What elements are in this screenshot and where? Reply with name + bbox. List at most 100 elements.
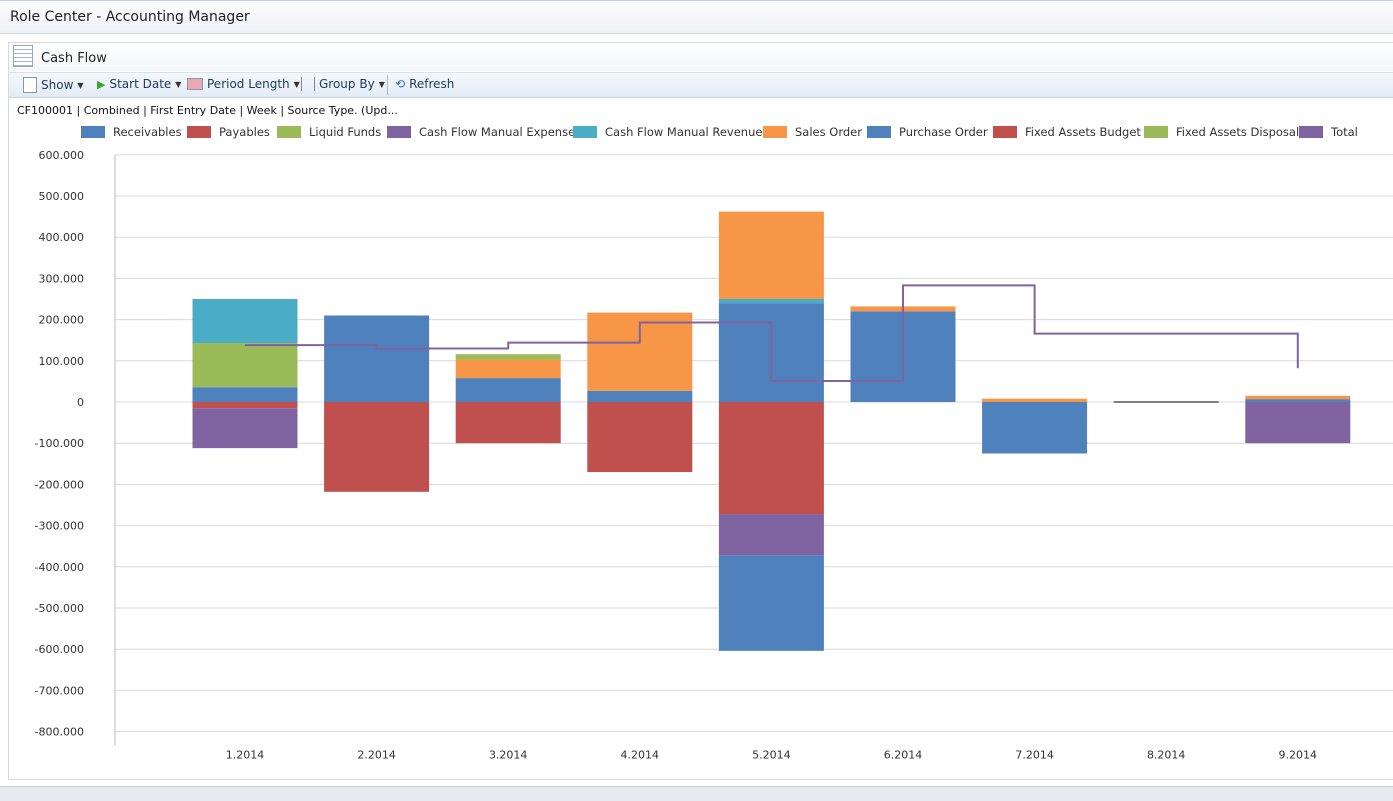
x-tick-label: 3.2014: [489, 749, 528, 762]
toolbar-separator: [387, 75, 388, 95]
legend-label: Cash Flow Manual Expense: [419, 125, 576, 139]
legend-item: Cash Flow Manual Revenue: [573, 125, 762, 139]
chevron-down-icon: ▼: [175, 79, 182, 89]
bar-segment: [587, 390, 693, 402]
x-tick-label: 7.2014: [1015, 749, 1054, 762]
chevron-down-icon: ▼: [378, 79, 385, 89]
calendar-icon: [187, 78, 203, 90]
start-date-label: Start Date: [109, 77, 172, 91]
bar-segment: [1245, 399, 1351, 402]
period-length-button[interactable]: Period Length ▼: [187, 77, 300, 91]
legend-item: Cash Flow Manual Expense: [387, 125, 575, 139]
legend-label: Liquid Funds: [309, 125, 382, 139]
refresh-label: Refresh: [409, 77, 455, 91]
x-tick-label: 2.2014: [357, 749, 396, 762]
y-tick-label: -300.000: [35, 520, 84, 533]
window-title-bar: Role Center - Accounting Manager: [0, 0, 1393, 34]
bottom-bar: [0, 786, 1393, 801]
y-tick-label: 600.000: [39, 149, 85, 162]
y-tick-label: -700.000: [35, 684, 84, 697]
bar-segment: [982, 398, 1088, 402]
legend-label: Purchase Order: [899, 125, 988, 139]
y-tick-label: 200.000: [39, 314, 85, 327]
legend-label: Fixed Assets Disposal: [1176, 125, 1300, 139]
y-tick-label: -500.000: [35, 602, 84, 615]
y-tick-label: -600.000: [35, 643, 84, 656]
bar-segment: [718, 555, 824, 651]
play-icon: ▶: [97, 77, 106, 91]
x-tick-label: 8.2014: [1147, 749, 1186, 762]
legend-item: Receivables: [81, 125, 182, 139]
legend-swatch: [867, 126, 891, 138]
start-date-button[interactable]: ▶ Start Date ▼: [97, 77, 181, 91]
legend-label: Payables: [219, 125, 270, 139]
legend-swatch: [277, 126, 301, 138]
legend-label: Total: [1331, 125, 1358, 139]
list-icon: [13, 45, 33, 67]
bar-segment: [455, 354, 561, 360]
legend-item: Sales Order: [763, 125, 862, 139]
bar-segment: [982, 402, 1088, 454]
bar-segment: [192, 402, 298, 409]
legend-label: Fixed Assets Budget: [1025, 125, 1141, 139]
legend-swatch: [81, 126, 105, 138]
legend-item: Liquid Funds: [277, 125, 381, 139]
period-length-label: Period Length: [207, 77, 290, 91]
bar-segment: [192, 343, 298, 388]
legend-swatch: [1144, 126, 1168, 138]
chevron-down-icon: ▼: [293, 79, 300, 89]
legend-swatch: [763, 126, 787, 138]
legend-swatch: [387, 126, 411, 138]
show-label: Show: [41, 78, 74, 92]
x-tick-label: 1.2014: [226, 749, 265, 762]
x-tick-label: 9.2014: [1279, 749, 1318, 762]
chevron-down-icon: ▼: [77, 80, 84, 90]
y-tick-label: 500.000: [39, 190, 85, 203]
legend-swatch: [187, 126, 211, 138]
group-by-button[interactable]: Group By ▼: [301, 77, 385, 91]
bar-segment: [192, 408, 298, 449]
bar-segment: [587, 402, 693, 473]
part-title: Cash Flow: [41, 51, 107, 66]
legend-label: Receivables: [113, 125, 182, 139]
part-header: Cash Flow: [9, 43, 1393, 71]
bar-segment: [718, 299, 824, 304]
cash-flow-chart: 600.000 500.000 400.000 300.000 200.000 100.0…: [35, 149, 1393, 762]
legend-label: Cash Flow Manual Revenue: [605, 125, 763, 139]
y-tick-label: 100.000: [39, 355, 85, 368]
y-tick-label: 0: [77, 396, 84, 409]
y-tick-label: 300.000: [39, 272, 85, 285]
refresh-button[interactable]: ⟲ Refresh: [395, 77, 454, 91]
bar-segment: [192, 387, 298, 402]
bar-segment: [192, 299, 298, 344]
bar-segment: [718, 514, 824, 556]
bracket-icon: [301, 77, 315, 91]
chart-status-text: CF100001 | Combined | First Entry Date |…: [17, 104, 398, 117]
legend-swatch: [573, 126, 597, 138]
legend-label: Sales Order: [795, 125, 862, 139]
page-icon: [23, 77, 37, 93]
bar-segment: [455, 378, 561, 402]
bar-segment: [1245, 402, 1351, 444]
legend-swatch: [1299, 126, 1323, 138]
legend-item: Fixed Assets Budget: [993, 125, 1141, 139]
legend-item: Purchase Order: [867, 125, 988, 139]
x-tick-label: 5.2014: [752, 749, 791, 762]
bar-segment: [718, 211, 824, 299]
bar-segment: [455, 402, 561, 444]
group-by-label: Group By: [319, 77, 375, 91]
y-tick-label: -100.000: [35, 437, 84, 450]
y-tick-label: -400.000: [35, 561, 84, 574]
legend-item: Payables: [187, 125, 270, 139]
bar-segment: [324, 315, 430, 402]
toolbar: Show ▼ ▶ Start Date ▼ Period Length ▼ Group …: [9, 72, 1393, 98]
y-tick-label: -800.000: [35, 726, 84, 739]
show-button[interactable]: Show ▼: [23, 77, 84, 93]
bar-segment: [718, 402, 824, 515]
bar-segment: [1245, 395, 1351, 400]
refresh-icon: ⟲: [395, 77, 406, 91]
x-tick-label: 6.2014: [884, 749, 923, 762]
chart-legend: Receivables Payables Liquid Funds Cash Flow…: [9, 125, 1393, 141]
legend-item: Total: [1299, 125, 1358, 139]
x-tick-label: 4.2014: [621, 749, 660, 762]
